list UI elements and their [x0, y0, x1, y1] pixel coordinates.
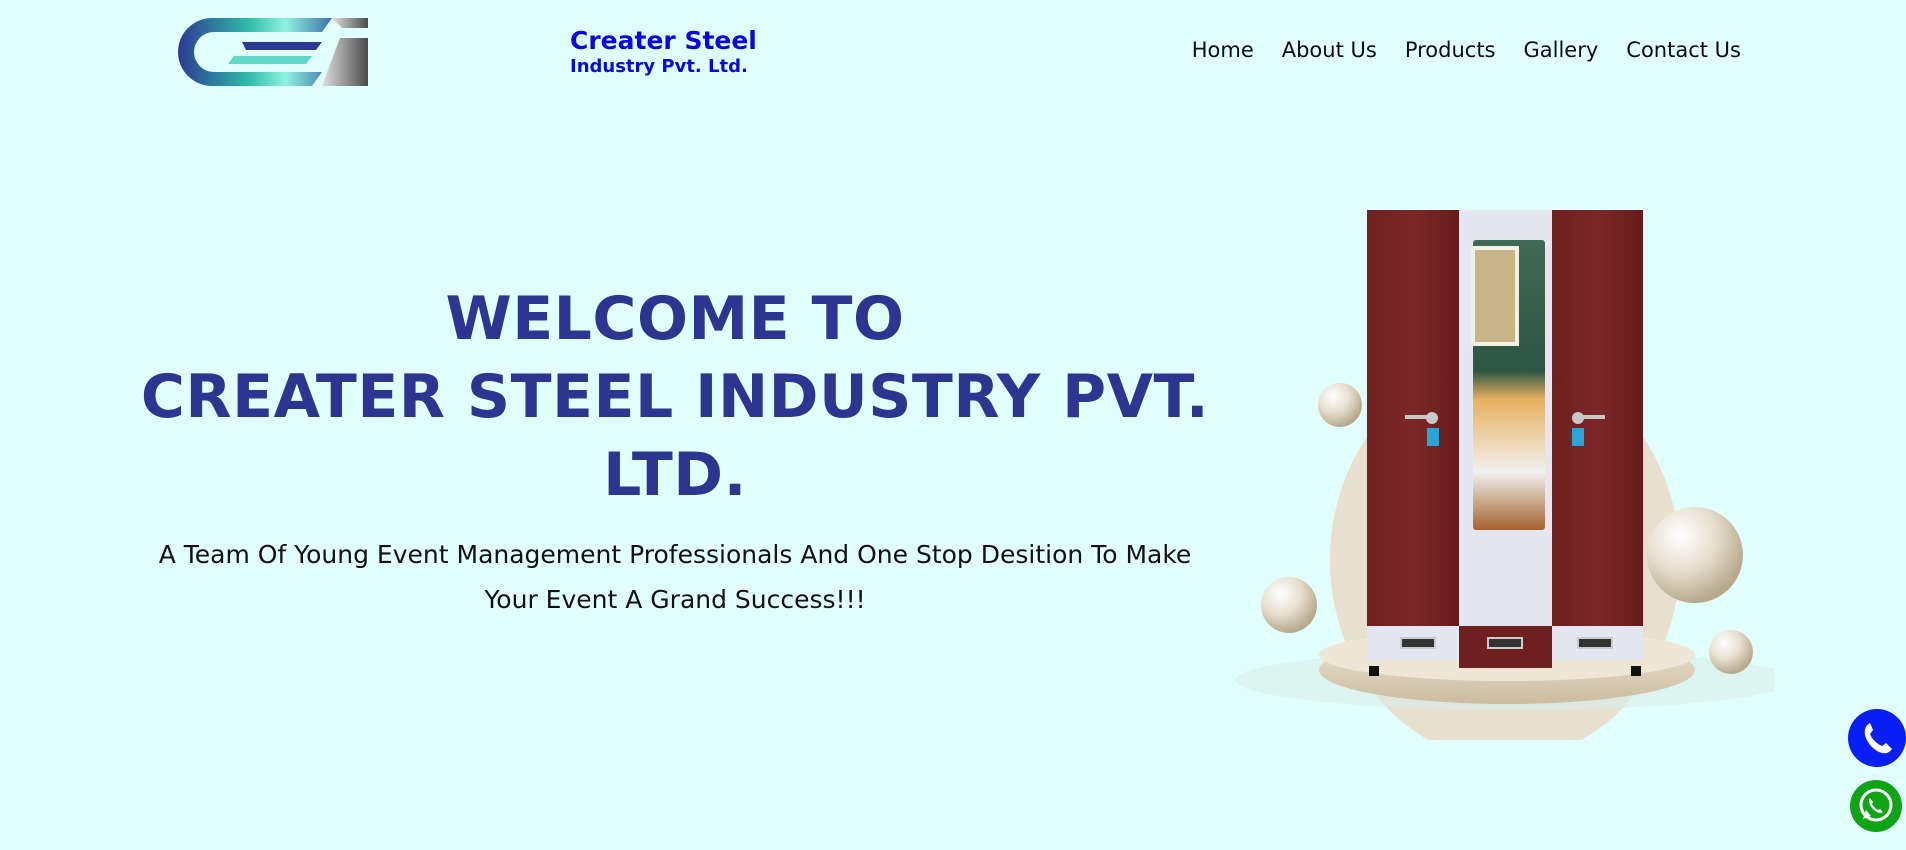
nav-about-us[interactable]: About Us [1282, 38, 1377, 62]
brand-name: Creater Steel [570, 26, 757, 55]
hero-section: WELCOME TO CREATER STEEL INDUSTRY PVT. L… [135, 280, 1215, 622]
brand-name-block[interactable]: Creater Steel Industry Pvt. Ltd. [570, 26, 757, 78]
hero-title-line-2: CREATER STEEL INDUSTRY PVT. [140, 362, 1210, 432]
phone-icon[interactable] [1848, 709, 1906, 767]
hero-subtitle: A Team Of Young Event Management Profess… [135, 532, 1215, 622]
nav-contact-us[interactable]: Contact Us [1626, 38, 1741, 62]
csi-logo-icon[interactable] [172, 16, 368, 88]
hero-subtitle-line-1: A Team Of Young Event Management Profess… [158, 540, 1192, 569]
main-nav: Home About Us Products Gallery Contact U… [1192, 38, 1741, 62]
brand-subtitle: Industry Pvt. Ltd. [570, 56, 748, 77]
hero-title-line-1: WELCOME TO [445, 284, 905, 354]
whatsapp-icon[interactable] [1850, 780, 1902, 832]
site-header: Creater Steel Industry Pvt. Ltd. Home Ab… [0, 0, 1906, 110]
hero-title-line-3: LTD. [603, 440, 747, 510]
nav-home[interactable]: Home [1192, 38, 1254, 62]
hero-title: WELCOME TO CREATER STEEL INDUSTRY PVT. L… [135, 280, 1215, 514]
nav-products[interactable]: Products [1405, 38, 1496, 62]
steel-almirah-image [1235, 210, 1775, 740]
hero-subtitle-line-2: Your Event A Grand Success!!! [484, 585, 866, 614]
nav-gallery[interactable]: Gallery [1524, 38, 1599, 62]
